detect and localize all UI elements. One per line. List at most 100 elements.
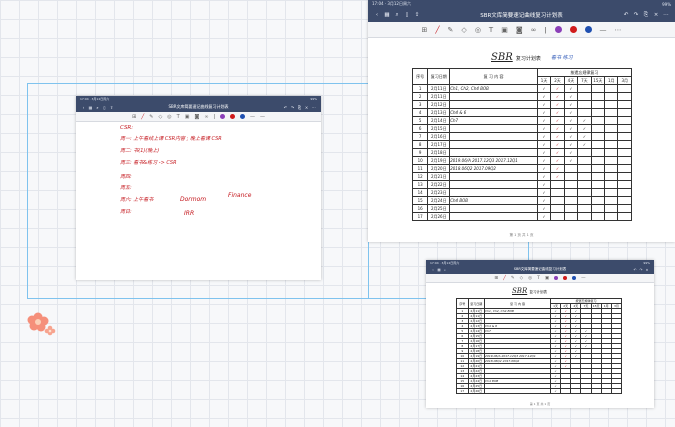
review-check-cell[interactable] (590, 108, 606, 117)
review-check-cell[interactable]: ✓ (536, 156, 552, 165)
link-icon[interactable]: ∞ (531, 26, 537, 34)
review-check-cell[interactable]: ✓ (536, 180, 552, 189)
review-check-cell[interactable]: ✓ (536, 188, 552, 197)
review-check-cell[interactable]: ✓ (550, 388, 562, 394)
review-check-cell[interactable] (590, 116, 606, 125)
review-check-cell[interactable]: ✓ (550, 148, 565, 157)
review-check-cell[interactable] (617, 148, 632, 157)
bookmark-icon[interactable]: ▯ (402, 12, 412, 18)
search-icon[interactable]: ⌕ (392, 12, 402, 19)
stroke-style-icon[interactable]: ⋯ (615, 26, 622, 34)
review-sheet-screenshot[interactable]: 17:04 · 3月12日周六 99% ‹ ▦ ⌕ ▯ ⇪ SBR文库简要速记曲… (368, 0, 675, 242)
review-check-cell[interactable] (600, 388, 612, 394)
review-check-cell[interactable] (604, 196, 619, 205)
grid-icon[interactable]: ▦ (87, 105, 94, 110)
review-check-cell[interactable]: ✓ (577, 116, 592, 125)
review-check-cell[interactable] (590, 188, 606, 197)
search-icon[interactable]: ⌕ (94, 105, 101, 110)
review-check-cell[interactable] (580, 388, 592, 394)
review-check-cell[interactable]: ✓ (536, 100, 552, 109)
pen-color-blue[interactable] (239, 114, 245, 119)
review-check-cell[interactable] (604, 204, 619, 213)
review-check-cell[interactable] (577, 188, 592, 197)
highlighter-icon[interactable]: ✎ (149, 114, 153, 120)
review-check-cell[interactable]: ✓ (536, 212, 552, 221)
redo-icon[interactable]: ↷ (289, 105, 296, 110)
stroke-width-icon[interactable]: — (250, 114, 255, 120)
review-check-cell[interactable] (604, 84, 619, 93)
pen-color-purple[interactable] (554, 26, 562, 33)
review-check-cell[interactable] (590, 92, 606, 101)
review-check-cell[interactable] (617, 132, 632, 141)
review-check-cell[interactable] (577, 156, 592, 165)
undo-icon[interactable]: ↶ (621, 12, 631, 18)
review-check-cell[interactable]: ✓ (563, 156, 579, 165)
review-check-cell[interactable] (550, 196, 565, 205)
review-check-cell[interactable] (563, 188, 579, 197)
review-check-cell[interactable]: ✓ (563, 116, 579, 125)
review-check-cell[interactable] (563, 180, 579, 189)
review-check-cell[interactable] (617, 172, 632, 181)
brush-icon[interactable]: ǀ (544, 26, 546, 34)
review-check-cell[interactable] (563, 172, 579, 181)
review-check-cell[interactable] (617, 84, 632, 93)
image-icon[interactable]: ▣ (185, 114, 190, 120)
close-icon[interactable]: × (651, 12, 661, 18)
review-check-cell[interactable] (550, 188, 565, 197)
review-check-cell[interactable] (563, 164, 579, 173)
review-check-cell[interactable]: ✓ (536, 92, 552, 101)
lasso-icon[interactable]: ⊞ (494, 276, 498, 281)
review-check-cell[interactable] (560, 388, 572, 394)
highlighter-icon[interactable]: ✎ (448, 26, 454, 34)
review-check-cell[interactable] (590, 124, 606, 133)
review-check-cell[interactable] (604, 92, 619, 101)
review-check-cell[interactable]: ✓ (550, 116, 565, 125)
review-check-cell[interactable] (590, 196, 606, 205)
camera-icon[interactable]: ◙ (516, 26, 523, 34)
share-icon[interactable]: ⇪ (412, 12, 422, 18)
pen-color-blue[interactable] (572, 276, 577, 280)
close-icon[interactable]: × (303, 105, 310, 110)
review-check-cell[interactable]: ✓ (536, 84, 552, 93)
review-check-cell[interactable]: ✓ (550, 84, 565, 93)
review-check-cell[interactable]: ✓ (536, 148, 552, 157)
review-check-cell[interactable] (604, 108, 619, 117)
review-check-cell[interactable] (563, 204, 579, 213)
more-icon[interactable]: ⋯ (661, 12, 671, 18)
review-check-cell[interactable]: ✓ (577, 124, 592, 133)
review-check-cell[interactable] (577, 172, 592, 181)
lasso-icon[interactable]: ⊞ (132, 114, 136, 120)
review-check-cell[interactable] (590, 148, 606, 157)
review-check-cell[interactable] (577, 92, 592, 101)
pen-icon[interactable]: ╱ (141, 114, 144, 120)
review-check-cell[interactable] (563, 212, 579, 221)
review-check-cell[interactable]: ✓ (577, 132, 592, 141)
pen-icon[interactable]: ╱ (503, 276, 506, 281)
review-check-cell[interactable] (577, 196, 592, 205)
review-check-cell[interactable]: ✓ (550, 100, 565, 109)
export-icon[interactable]: ⎘ (641, 12, 651, 19)
review-check-cell[interactable]: ✓ (563, 100, 579, 109)
review-check-cell[interactable] (617, 196, 632, 205)
eraser-icon[interactable]: ◇ (158, 114, 162, 120)
review-check-cell[interactable]: ✓ (563, 148, 579, 157)
camera-icon[interactable]: ◙ (194, 114, 199, 120)
review-check-cell[interactable] (604, 140, 619, 149)
bookmark-icon[interactable]: ▯ (101, 105, 108, 110)
grid-icon[interactable]: ▦ (382, 12, 392, 18)
shape-icon[interactable]: ◎ (528, 276, 532, 281)
brush-icon[interactable]: ǀ (214, 114, 215, 120)
eraser-icon[interactable]: ◇ (461, 26, 466, 34)
pen-color-red[interactable] (229, 114, 235, 119)
pen-icon[interactable]: ╱ (435, 26, 439, 34)
pen-color-blue[interactable] (584, 26, 592, 33)
review-check-cell[interactable] (617, 92, 632, 101)
review-sheet-page[interactable]: SBR 复习计划表 序号 复习日期复 习 内 容按遗忘规律复习 1天 2天 4天 7天 15… (450, 283, 630, 408)
review-check-cell[interactable] (617, 116, 632, 125)
review-check-cell[interactable] (590, 140, 606, 149)
review-check-cell[interactable] (617, 180, 632, 189)
review-check-cell[interactable] (577, 84, 592, 93)
review-check-cell[interactable] (590, 84, 606, 93)
review-check-cell[interactable] (550, 204, 565, 213)
review-check-cell[interactable]: ✓ (563, 84, 579, 93)
